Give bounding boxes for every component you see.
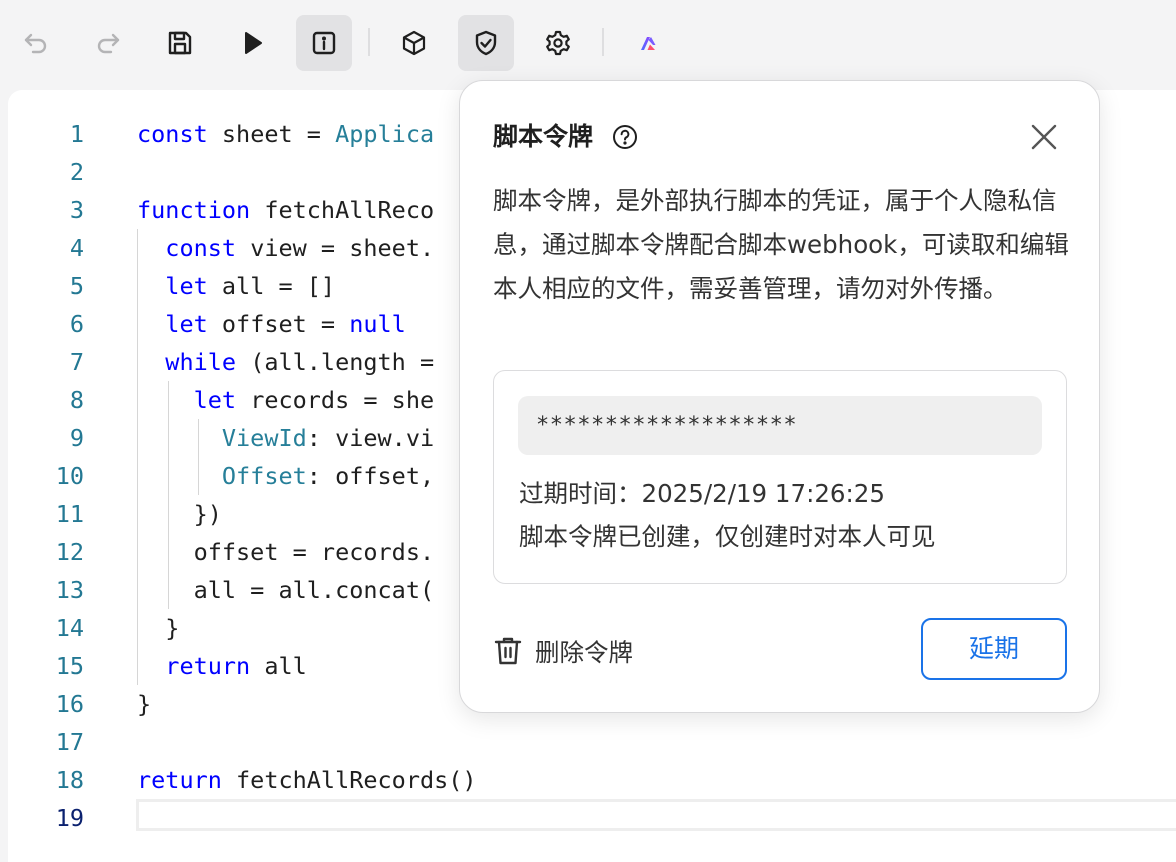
info-button[interactable] — [296, 15, 352, 71]
code-text: all = all.concat( — [137, 576, 435, 604]
script-token-button[interactable] — [458, 15, 514, 71]
code-text: const sheet = Applica — [137, 120, 435, 148]
line-number: 8 — [69, 386, 84, 414]
popup-title: 脚本令牌 — [493, 122, 594, 151]
line-number: 6 — [69, 310, 84, 338]
line-number: 9 — [69, 424, 84, 452]
package-button[interactable] — [386, 15, 442, 71]
delete-token-label: 删除令牌 — [535, 637, 633, 667]
code-text: const view = sheet. — [165, 234, 435, 262]
line-number: 3 — [69, 196, 84, 224]
code-text: } — [137, 614, 180, 642]
token-card: ******************* 过期时间：2025/2/19 17:26… — [493, 370, 1067, 584]
line-number: 11 — [55, 500, 84, 528]
code-text: Offset: offset, — [221, 462, 435, 490]
code-text: let offset = null — [165, 310, 406, 338]
line-number: 4 — [69, 234, 84, 262]
trash-icon — [494, 637, 522, 665]
info-icon — [312, 31, 336, 55]
run-icon — [245, 32, 262, 54]
extend-button[interactable]: 延期 — [921, 618, 1067, 680]
line-number: 19 — [55, 804, 84, 832]
code-text: ViewId: view.vi — [221, 424, 435, 452]
redo-button[interactable] — [80, 15, 136, 71]
cube-icon — [402, 30, 426, 56]
save-button[interactable] — [152, 15, 208, 71]
undo-icon — [24, 33, 47, 54]
created-note: 脚本令牌已创建，仅创建时对本人可见 — [519, 522, 936, 551]
code-text: }) — [137, 500, 222, 528]
shield-check-icon — [475, 30, 497, 56]
code-text: offset = records. — [137, 538, 435, 566]
toolbar — [0, 0, 1176, 88]
line-number: 18 — [55, 766, 84, 794]
undo-button[interactable] — [8, 15, 64, 71]
code-text: let all = [] — [165, 272, 336, 300]
line-number: 2 — [69, 158, 84, 186]
gear-icon — [546, 30, 570, 56]
line-number: 16 — [55, 690, 84, 718]
line-number: 17 — [55, 728, 84, 756]
line-number: 5 — [69, 272, 84, 300]
save-icon — [168, 31, 192, 55]
line-number: 14 — [55, 614, 84, 642]
toolbar-divider — [602, 28, 604, 56]
code-text: let records = she — [193, 386, 435, 414]
settings-button[interactable] — [530, 15, 586, 71]
line-number: 10 — [55, 462, 84, 490]
popup-description: 脚本令牌，是外部执行脚本的凭证，属于个人隐私信息，通过脚本令牌配合脚本webho… — [493, 186, 1069, 303]
redo-icon — [97, 33, 120, 54]
token-field[interactable]: ******************* — [518, 396, 1042, 455]
line-number: 15 — [55, 652, 84, 680]
brand-logo-icon — [641, 37, 656, 50]
close-icon[interactable] — [1028, 121, 1060, 153]
delete-token-button[interactable]: 删除令牌 — [493, 631, 633, 671]
help-icon[interactable] — [612, 124, 638, 150]
code-text: function fetchAllReco — [137, 196, 435, 224]
code-text: return fetchAllRecords() — [137, 766, 477, 794]
current-line-highlight — [136, 799, 1176, 831]
line-number: 1 — [69, 120, 84, 148]
line-number: 7 — [69, 348, 84, 376]
code-text: while (all.length = — [165, 348, 435, 376]
script-token-popup: 脚本令牌 脚本令牌，是外部执行脚本的凭证，属于个人隐私信息，通过脚本令牌配合脚本… — [459, 80, 1100, 713]
code-text: return all — [165, 652, 307, 680]
code-text: } — [137, 690, 152, 718]
line-number: 13 — [55, 576, 84, 604]
toolbar-divider — [368, 28, 370, 56]
brand-button[interactable] — [620, 15, 676, 71]
expiry-text: 过期时间：2025/2/19 17:26:25 — [519, 479, 885, 508]
run-button[interactable] — [224, 15, 280, 71]
line-number: 12 — [55, 538, 84, 566]
